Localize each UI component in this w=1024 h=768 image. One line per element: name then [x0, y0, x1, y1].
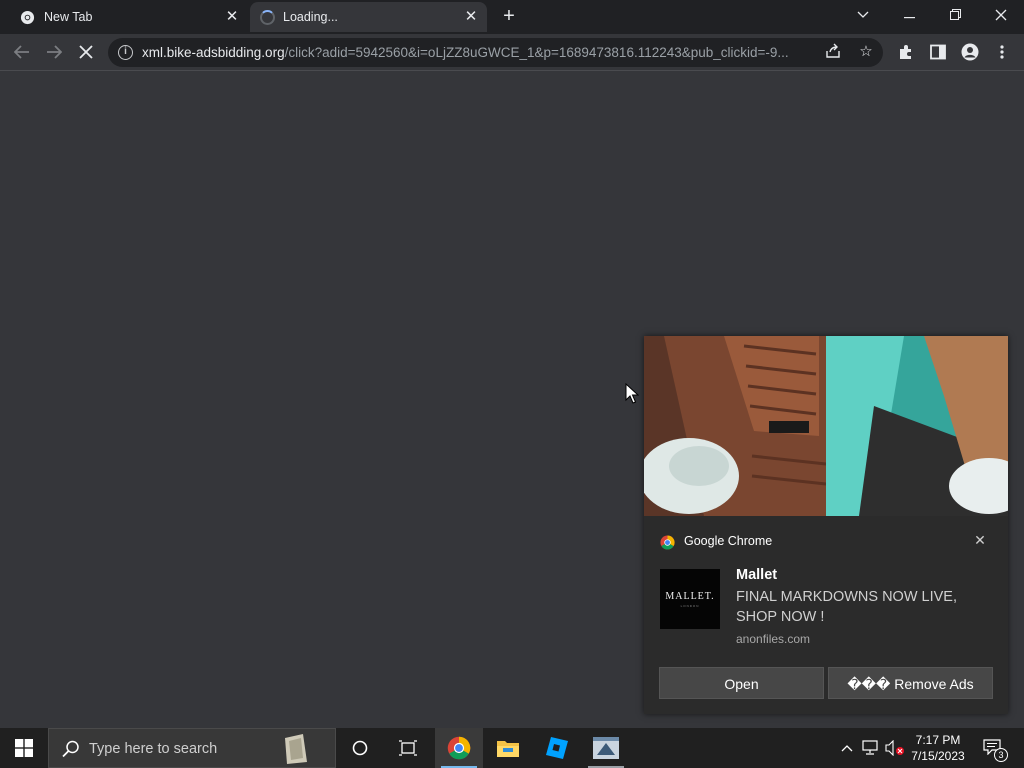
menu-kebab-icon[interactable]	[991, 41, 1013, 63]
forward-arrow-icon[interactable]	[43, 41, 65, 63]
remove-ads-button[interactable]: ��� Remove Ads	[828, 667, 993, 699]
search-icon	[62, 740, 79, 758]
bookmark-star-icon[interactable]: ☆	[857, 43, 875, 61]
search-highlight-image	[285, 734, 307, 764]
tab-strip: New Tab ✕ Loading... ✕ +	[0, 0, 1024, 34]
notification-count-badge: 3	[994, 748, 1008, 762]
tray-overflow-chevron-icon[interactable]	[838, 728, 856, 768]
brand-logo: MALLET. LONDON	[660, 569, 720, 629]
volume-muted-icon[interactable]	[884, 728, 904, 768]
address-url[interactable]: xml.bike-adsbidding.org/click?adid=59425…	[142, 45, 789, 60]
notification-body: FINAL MARKDOWNS NOW LIVE, SHOP NOW !	[736, 589, 958, 625]
notification-source: anonfiles.com	[736, 632, 811, 646]
address-bar[interactable]: i xml.bike-adsbidding.org/click?adid=594…	[108, 38, 883, 67]
roblox-studio-icon	[546, 737, 568, 759]
tab-title: New Tab	[44, 10, 93, 24]
tab-search-chevron-icon[interactable]	[848, 4, 878, 26]
mouse-cursor-icon	[625, 383, 639, 404]
side-panel-icon[interactable]	[927, 41, 949, 63]
notification-toast[interactable]: Google Chrome ✕ MALLET. LONDON Mallet FI…	[644, 336, 1008, 714]
brand-logo-subtext: LONDON	[680, 603, 700, 608]
notification-app-name: Google Chrome	[684, 534, 773, 548]
site-info-icon[interactable]: i	[118, 45, 133, 60]
loading-spinner-icon	[260, 10, 275, 25]
restore-icon[interactable]	[940, 4, 970, 26]
open-button[interactable]: Open	[659, 667, 824, 699]
clock-time: 7:17 PM	[915, 733, 961, 747]
new-tab-icon[interactable]: +	[499, 6, 519, 26]
start-button[interactable]	[0, 728, 48, 768]
back-arrow-icon[interactable]	[11, 41, 33, 63]
brand-logo-text: MALLET.	[665, 590, 715, 602]
taskbar-clock[interactable]: 7:17 PM 7/15/2023	[905, 732, 971, 764]
app-window-icon	[593, 737, 619, 759]
tab-close-icon[interactable]: ✕	[463, 9, 479, 25]
share-icon[interactable]	[824, 43, 842, 61]
stop-loading-icon[interactable]	[75, 41, 97, 63]
tab-loading[interactable]: Loading... ✕	[250, 2, 487, 32]
windows-logo-icon	[15, 739, 33, 757]
taskbar-app-window[interactable]	[582, 728, 630, 768]
window-close-icon[interactable]	[986, 4, 1016, 26]
clock-date: 7/15/2023	[911, 749, 965, 763]
search-placeholder: Type here to search	[89, 741, 218, 757]
notification-hero-image	[644, 336, 1008, 516]
taskbar: Type here to search 7:17 PM 7/15/2023 3	[0, 728, 1024, 768]
notification-close-icon[interactable]: ✕	[972, 532, 988, 548]
task-view-icon	[399, 740, 417, 756]
cortana-button[interactable]	[336, 728, 384, 768]
profile-avatar-icon[interactable]	[959, 41, 981, 63]
taskbar-file-explorer[interactable]	[484, 728, 532, 768]
chrome-app-icon	[660, 535, 675, 550]
browser-toolbar: i xml.bike-adsbidding.org/click?adid=594…	[0, 34, 1024, 71]
tab-title: Loading...	[283, 10, 338, 24]
network-icon[interactable]	[861, 728, 881, 768]
task-view-button[interactable]	[384, 728, 432, 768]
url-host: xml.bike-adsbidding.org	[142, 45, 285, 60]
tab-close-icon[interactable]: ✕	[224, 9, 240, 25]
tab-new-tab[interactable]: New Tab ✕	[0, 2, 246, 32]
extensions-puzzle-icon[interactable]	[895, 41, 917, 63]
action-center-button[interactable]: 3	[980, 728, 1020, 768]
taskbar-chrome[interactable]	[435, 728, 483, 768]
folder-icon	[497, 741, 519, 757]
chrome-icon	[20, 10, 35, 25]
notification-title: Mallet	[736, 567, 778, 583]
cortana-circle-icon	[352, 740, 368, 756]
chrome-icon	[447, 736, 471, 760]
taskbar-roblox-studio[interactable]	[533, 728, 581, 768]
taskbar-search-box[interactable]: Type here to search	[48, 728, 336, 768]
url-path: /click?adid=5942560&i=oLjZZ8uGWCE_1&p=16…	[284, 45, 789, 60]
minimize-icon[interactable]	[894, 4, 924, 26]
